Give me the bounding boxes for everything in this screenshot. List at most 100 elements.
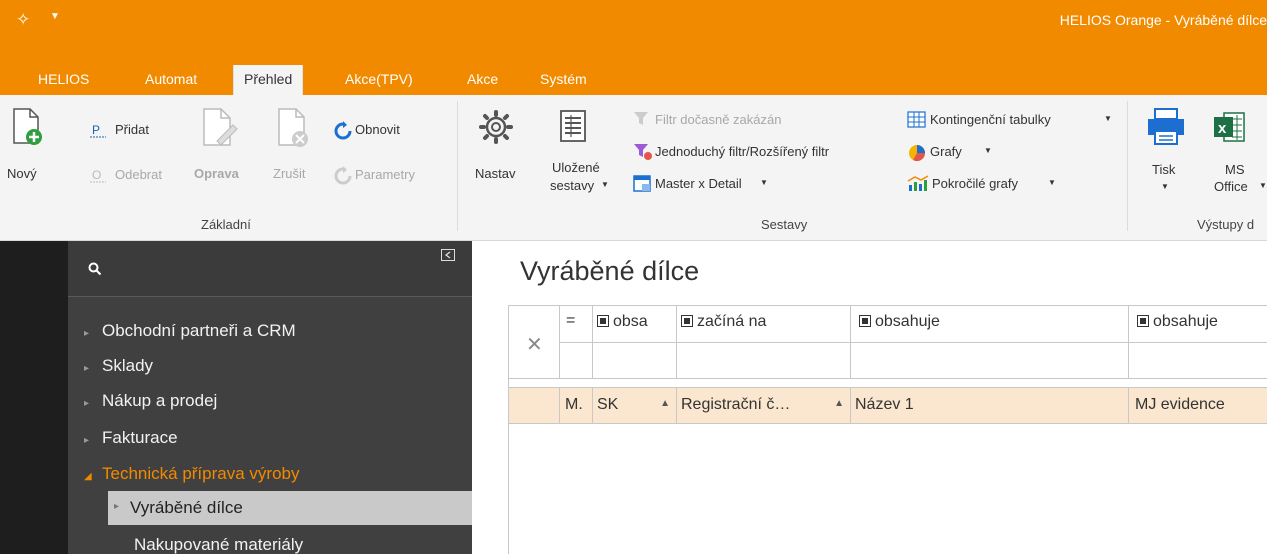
saved-reports-dropdown-icon: ▼ <box>601 180 609 189</box>
filter-icon <box>634 144 652 160</box>
filter-input[interactable] <box>1129 343 1267 379</box>
settings-button-label: Nastav <box>475 166 516 181</box>
group-separator <box>457 101 458 231</box>
filter-type-icon <box>597 315 609 327</box>
chevron-right-icon: ▸ <box>84 328 90 339</box>
filter-input[interactable] <box>560 343 593 379</box>
nav-item-label: Technická příprava výroby <box>102 464 300 483</box>
master-detail-dropdown-icon: ▼ <box>760 178 768 187</box>
collapse-panel-icon[interactable] <box>441 249 455 261</box>
tab-akce-tpv[interactable]: Akce(TPV) <box>345 71 413 87</box>
add-button-label: Přidat <box>115 122 149 137</box>
filter-operator-label: = <box>566 312 576 329</box>
filter-input[interactable] <box>593 343 677 379</box>
nav-item-nakupovane-materialy[interactable]: Nakupované materiály <box>134 535 303 555</box>
column-header-label: SK <box>597 396 619 413</box>
chevron-right-icon: ▸ <box>84 435 90 446</box>
column-header-m[interactable]: M. <box>560 388 593 424</box>
print-dropdown-icon: ▼ <box>1161 182 1169 191</box>
close-icon: ✕ <box>526 334 543 356</box>
ribbon-tabs: HELIOS Automat Přehled Akce(TPV) Akce Sy… <box>0 64 1267 95</box>
group-separator <box>1127 101 1128 231</box>
ribbon: Nový P Přidat O Odebrat Oprava Zrušit Ob… <box>0 95 1267 241</box>
filter-op-4[interactable]: obsahuje <box>1129 306 1267 343</box>
filter-op-2[interactable]: začíná na <box>677 306 851 343</box>
filter-disabled-icon <box>634 112 648 125</box>
column-header-registracni[interactable]: Registrační č… ▲ <box>677 388 851 424</box>
advanced-charts-dropdown-icon: ▼ <box>1048 178 1056 187</box>
chevron-right-icon: ▸ <box>84 363 90 374</box>
column-header-label: M. <box>565 396 583 413</box>
cancel-document-icon <box>278 108 308 147</box>
nav-item-label: Obchodní partneři a CRM <box>102 321 296 340</box>
tab-automat[interactable]: Automat <box>145 71 197 87</box>
pie-chart-icon <box>909 145 926 162</box>
search-icon[interactable] <box>88 262 102 276</box>
group-label-sestavy: Sestavy <box>761 217 808 232</box>
new-document-icon <box>13 108 42 145</box>
filter-input[interactable] <box>677 343 851 379</box>
chevron-down-icon: ◢ <box>84 471 92 482</box>
sort-ascending-icon: ▲ <box>834 398 844 409</box>
nav-item-obchodni-partneri[interactable]: ▸ Obchodní partneři a CRM <box>84 321 296 341</box>
filter-op-3[interactable]: obsahuje <box>851 306 1129 343</box>
column-header-mj[interactable]: MJ evidence <box>1129 388 1267 424</box>
nav-item-fakturace[interactable]: ▸ Fakturace <box>84 428 178 448</box>
filter-type-icon <box>859 315 871 327</box>
column-header-nazev[interactable]: Název 1 <box>851 388 1129 424</box>
grid-divider <box>509 379 1267 388</box>
filter-op-label: začíná na <box>697 313 767 330</box>
tab-akce[interactable]: Akce <box>467 71 498 87</box>
row-selector-header[interactable] <box>509 388 560 424</box>
tab-prehled[interactable]: Přehled <box>233 65 304 95</box>
add-icon: P <box>90 123 106 138</box>
saved-reports-icon <box>560 110 586 142</box>
advanced-charts-label: Pokročilé grafy <box>932 176 1018 191</box>
quick-access-dropdown-icon[interactable]: ▼ <box>50 11 60 22</box>
filter-op-label: obsa <box>613 313 648 330</box>
ms-office-label-1: MS <box>1225 162 1245 177</box>
filter-input[interactable] <box>851 343 1129 379</box>
filter-type-icon <box>1137 315 1149 327</box>
data-grid: ✕ = obsa začíná na obsahuje obsahuje M. … <box>508 305 1267 554</box>
tab-helios[interactable]: HELIOS <box>38 71 89 87</box>
column-header-sk[interactable]: SK ▲ <box>593 388 677 424</box>
chevron-right-icon: ▸ <box>114 501 120 512</box>
column-header-label: Název 1 <box>855 396 914 413</box>
nav-item-sklady[interactable]: ▸ Sklady <box>84 356 153 376</box>
title-bar: ✧ ▼ HELIOS Orange - Vyráběné dílce <box>0 0 1267 64</box>
gear-icon <box>479 110 513 144</box>
charts-dropdown-icon: ▼ <box>984 146 992 155</box>
ms-office-label-2: Office <box>1214 179 1248 194</box>
parameters-icon <box>334 166 352 185</box>
saved-reports-label-1: Uložené <box>552 160 600 175</box>
saved-reports-label-2: sestavy <box>550 178 595 193</box>
filter-type-icon <box>681 315 693 327</box>
print-button-label: Tisk <box>1152 162 1176 177</box>
charts-label: Grafy <box>930 144 962 159</box>
window-title: HELIOS Orange - Vyráběné dílce <box>1059 12 1267 28</box>
nav-item-nakup-a-prodej[interactable]: ▸ Nákup a prodej <box>84 391 217 411</box>
main-content: Vyráběné dílce ✕ = obsa začíná na obsahu… <box>472 241 1267 554</box>
nav-item-label: Nakupované materiály <box>134 535 304 554</box>
filter-op-1[interactable]: obsa <box>593 306 677 343</box>
nav-item-vyrabene-dilce[interactable]: ▸ Vyráběné dílce <box>108 491 472 525</box>
nav-item-technicka-priprava[interactable]: ◢ Technická příprava výroby <box>84 464 299 484</box>
svg-text:P: P <box>92 123 100 137</box>
pivot-tables-dropdown-icon: ▼ <box>1104 114 1112 123</box>
nav-search-bar[interactable] <box>68 241 472 297</box>
advanced-chart-icon <box>907 175 929 191</box>
svg-text:x: x <box>1218 120 1227 137</box>
column-header-label: MJ evidence <box>1135 396 1225 413</box>
filter-operator-eq[interactable]: = <box>560 306 593 343</box>
nav-item-label: Sklady <box>102 356 154 375</box>
pivot-table-icon <box>907 111 926 128</box>
master-detail-icon <box>633 175 651 192</box>
tab-system[interactable]: Systém <box>540 71 587 87</box>
sort-ascending-icon: ▲ <box>660 398 670 409</box>
filter-op-label: obsahuje <box>875 313 940 330</box>
clear-filter-button[interactable]: ✕ <box>509 306 560 379</box>
new-button-label: Nový <box>7 166 37 181</box>
master-detail-label: Master x Detail <box>655 176 742 191</box>
group-label-zakladni: Základní <box>201 217 251 232</box>
